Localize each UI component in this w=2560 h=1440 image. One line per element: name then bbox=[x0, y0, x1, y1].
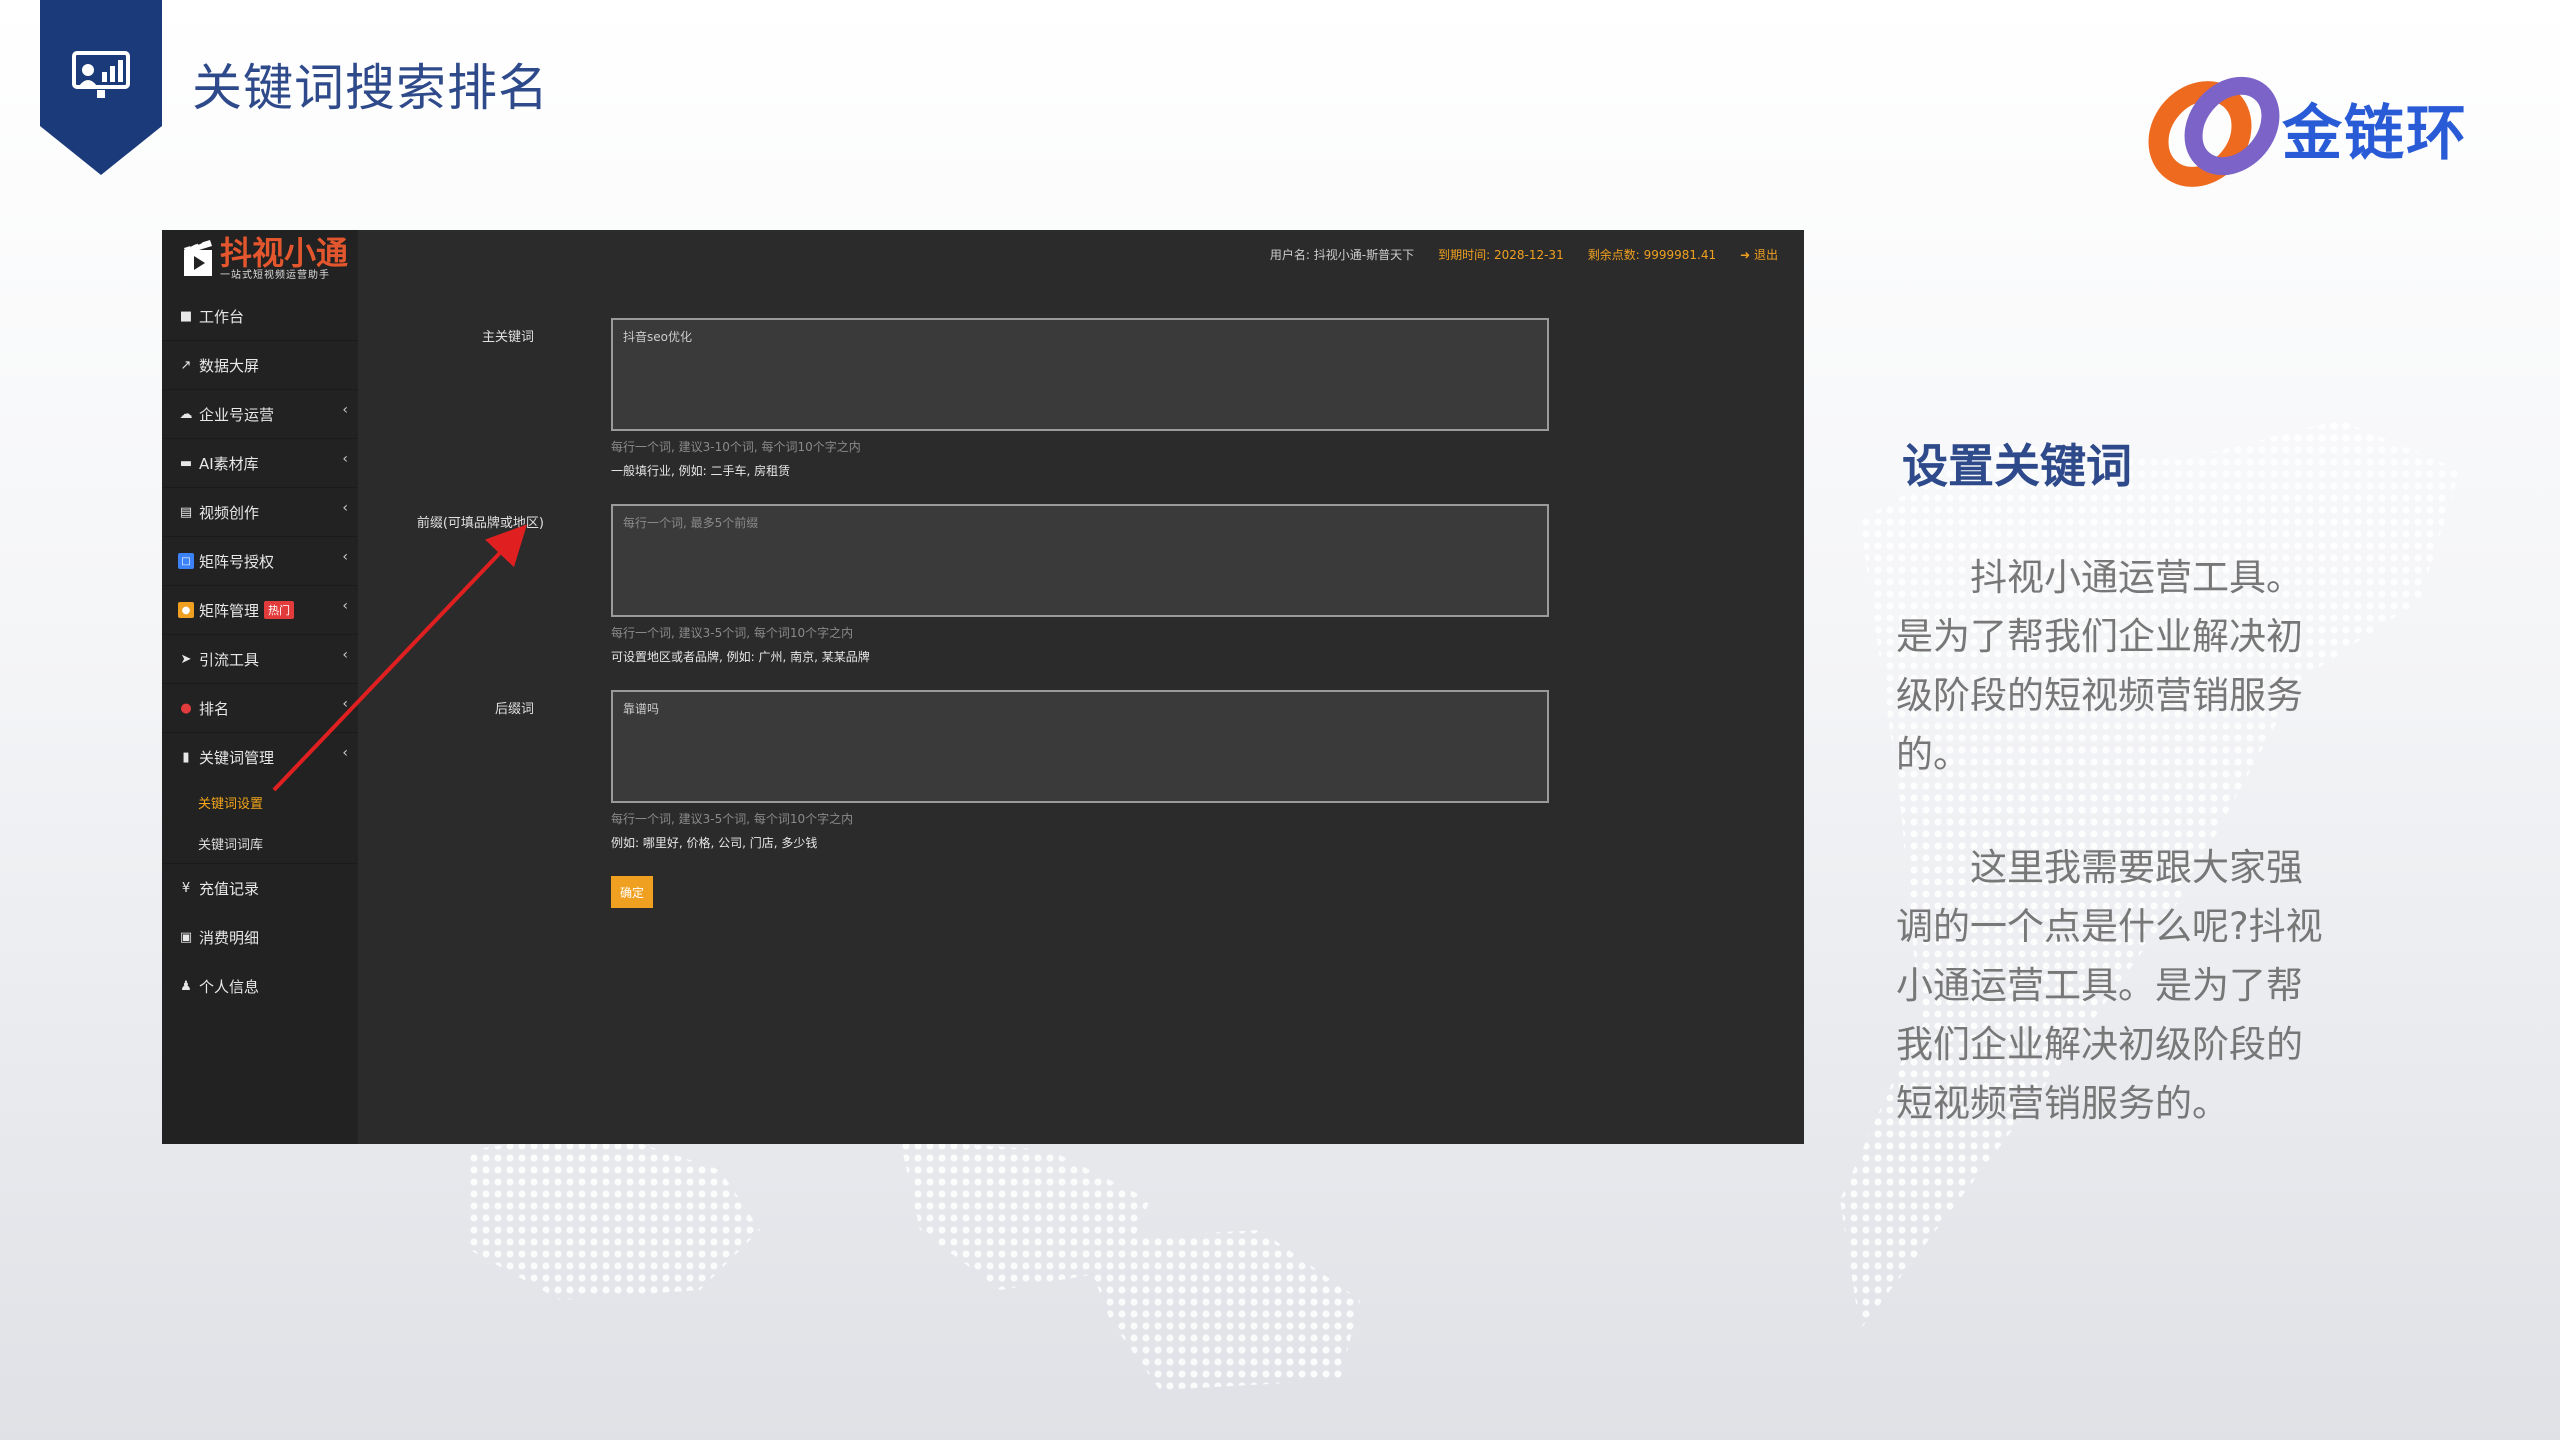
brand-logo: 金链环 bbox=[2148, 56, 2468, 201]
sidebar-item-label: 个人信息 bbox=[199, 978, 260, 996]
sidebar-nav: ■ 工作台 ↗ 数据大屏 ☁ 企业号运营 ‹ ▬ AI素材库 ‹ ▤ 视频创作 … bbox=[162, 292, 358, 1011]
description-paragraph-2: 这里我需要跟大家强调的一个点是什么呢?抖视小通运营工具。是为了帮我们企业解决初级… bbox=[1896, 846, 2323, 1125]
brand-name: 金链环 bbox=[2282, 99, 2468, 169]
money-icon: ▣ bbox=[179, 930, 193, 945]
chevron-left-icon: ‹ bbox=[342, 598, 348, 614]
sidebar-item-data-screen[interactable]: ↗ 数据大屏 bbox=[162, 341, 358, 390]
sidebar-item-label: 排名 bbox=[199, 699, 230, 718]
auth-icon: □ bbox=[178, 553, 194, 569]
sidebar-item-label: 矩阵号授权 bbox=[199, 552, 275, 571]
rank-icon: ● bbox=[180, 700, 192, 716]
sidebar-item-keyword-management[interactable]: ▮ 关键词管理 ‹ bbox=[162, 733, 358, 782]
sidebar-item-label: 充值记录 bbox=[199, 880, 260, 898]
sidebar-item-enterprise-ops[interactable]: ☁ 企业号运营 ‹ bbox=[162, 390, 358, 439]
suffix-textarea[interactable]: 靠谱吗 bbox=[611, 690, 1549, 803]
sidebar-item-ai-library[interactable]: ▬ AI素材库 ‹ bbox=[162, 439, 358, 488]
sidebar-subitem-keyword-settings[interactable]: 关键词设置 bbox=[162, 782, 358, 823]
folder-icon: ▬ bbox=[179, 455, 193, 471]
sidebar-item-matrix-management[interactable]: ● 矩阵管理 热门 ‹ bbox=[162, 586, 358, 635]
dashboard-icon: ■ bbox=[179, 308, 193, 324]
app-sidebar: 抖视小通 一站式短视频运营助手 ■ 工作台 ↗ 数据大屏 ☁ 企业号运营 ‹ ▬… bbox=[162, 230, 358, 1144]
chevron-left-icon: ‹ bbox=[342, 402, 348, 418]
film-icon: ▤ bbox=[179, 504, 193, 520]
user-icon: ♟ bbox=[180, 979, 192, 994]
sidebar-item-dashboard[interactable]: ■ 工作台 bbox=[162, 292, 358, 341]
chevron-left-icon: ‹ bbox=[342, 549, 348, 565]
sidebar-item-profile[interactable]: ♟ 个人信息 bbox=[162, 962, 358, 1011]
main-keyword-value: 抖音seo优化 bbox=[623, 330, 692, 344]
sidebar-item-label: 矩阵管理 bbox=[199, 601, 260, 620]
main-keyword-label: 主关键词 bbox=[481, 330, 534, 345]
prefix-placeholder: 每行一个词, 最多5个前缀 bbox=[623, 516, 759, 530]
suffix-value: 靠谱吗 bbox=[623, 702, 660, 716]
chart-icon: ↗ bbox=[180, 357, 192, 373]
sidebar-item-label: AI素材库 bbox=[199, 454, 259, 473]
app-logo[interactable]: 抖视小通 一站式短视频运营助手 bbox=[180, 236, 348, 282]
sidebar-item-traffic-tools[interactable]: ➤ 引流工具 ‹ bbox=[162, 635, 358, 684]
sidebar-item-consumption-details[interactable]: ▣ 消费明细 bbox=[162, 913, 358, 962]
sidebar-item-label: 关键词管理 bbox=[199, 749, 275, 767]
chevron-left-icon: ‹ bbox=[342, 696, 348, 712]
prefix-example: 可设置地区或者品牌, 例如: 广州, 南京, 某某品牌 bbox=[611, 650, 870, 664]
slide-title: 关键词搜索排名 bbox=[192, 59, 549, 117]
description-paragraph-1: 抖视小通运营工具。是为了帮我们企业解决初级阶段的短视频营销服务的。 bbox=[1896, 556, 2303, 776]
sidebar-item-video-creation[interactable]: ▤ 视频创作 ‹ bbox=[162, 488, 358, 537]
presentation-chart-icon bbox=[72, 51, 130, 98]
sidebar-subitem-keyword-library[interactable]: 关键词词库 bbox=[162, 823, 358, 864]
matrix-icon: ● bbox=[178, 602, 194, 618]
app-logo-tagline: 一站式短视频运营助手 bbox=[220, 270, 330, 281]
main-keyword-textarea[interactable]: 抖音seo优化 bbox=[611, 318, 1549, 431]
chevron-down-icon: ‹ bbox=[342, 745, 348, 761]
slide-header-badge bbox=[40, 0, 162, 175]
main-keyword-example: 一般填行业, 例如: 二手车, 房租赁 bbox=[611, 464, 791, 478]
sidebar-item-label: 视频创作 bbox=[199, 503, 260, 522]
submit-button[interactable]: 确定 bbox=[611, 876, 653, 908]
cloud-icon: ☁ bbox=[179, 406, 193, 422]
suffix-hint: 每行一个词, 建议3-5个词, 每个词10个字之内 bbox=[611, 812, 854, 826]
prefix-label: 前缀(可填品牌或地区) bbox=[416, 516, 544, 531]
sidebar-item-label: 引流工具 bbox=[199, 650, 260, 669]
sidebar-item-matrix-auth[interactable]: □ 矩阵号授权 ‹ bbox=[162, 537, 358, 586]
keyword-settings-form: 主关键词 抖音seo优化 每行一个词, 建议3-10个词, 每个词10个字之内 … bbox=[358, 230, 1804, 1144]
chevron-left-icon: ‹ bbox=[342, 451, 348, 467]
suffix-example: 例如: 哪里好, 价格, 公司, 门店, 多少钱 bbox=[611, 836, 818, 850]
prefix-textarea[interactable]: 每行一个词, 最多5个前缀 bbox=[611, 504, 1549, 617]
sidebar-item-label: 企业号运营 bbox=[199, 405, 275, 424]
sidebar-item-label: 消费明细 bbox=[199, 929, 260, 947]
suffix-label: 后缀词 bbox=[494, 702, 534, 717]
file-icon: ▮ bbox=[182, 750, 190, 765]
yen-icon: ¥ bbox=[181, 881, 191, 896]
chain-link-logo-icon bbox=[2148, 76, 2280, 187]
main-keyword-hint: 每行一个词, 建议3-10个词, 每个词10个字之内 bbox=[611, 440, 861, 454]
sidebar-item-label: 数据大屏 bbox=[199, 356, 260, 375]
app-logo-name: 抖视小通 bbox=[220, 234, 349, 272]
hot-badge: 热门 bbox=[264, 601, 295, 619]
app-screenshot: 抖视小通 一站式短视频运营助手 ■ 工作台 ↗ 数据大屏 ☁ 企业号运营 ‹ ▬… bbox=[162, 230, 1804, 1144]
sidebar-item-label: 工作台 bbox=[199, 307, 245, 326]
chevron-left-icon: ‹ bbox=[342, 647, 348, 663]
sidebar-item-ranking[interactable]: ● 排名 ‹ bbox=[162, 684, 358, 733]
sidebar-item-recharge-records[interactable]: ¥ 充值记录 bbox=[162, 864, 358, 913]
prefix-hint: 每行一个词, 建议3-5个词, 每个词10个字之内 bbox=[611, 626, 854, 640]
send-icon: ➤ bbox=[180, 651, 192, 667]
section-heading: 设置关键词 bbox=[1902, 439, 2132, 493]
clapperboard-icon bbox=[184, 240, 212, 276]
